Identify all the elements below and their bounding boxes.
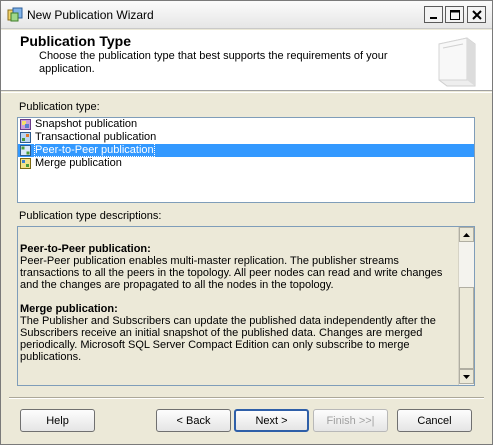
- publication-descriptions-panel[interactable]: Peer-to-Peer publication: Peer-Peer publ…: [17, 226, 475, 386]
- peer-to-peer-publication-icon: [20, 145, 31, 156]
- scroll-up-button[interactable]: [459, 227, 474, 242]
- finish-button[interactable]: Finish >>|: [313, 409, 388, 432]
- publication-type-label: Publication type:: [19, 101, 100, 113]
- list-item-label: Peer-to-Peer publication: [34, 143, 155, 157]
- peer-to-peer-heading: Peer-to-Peer publication:: [20, 243, 151, 255]
- cancel-button[interactable]: Cancel: [397, 409, 472, 432]
- next-button[interactable]: Next >: [234, 409, 309, 432]
- help-button[interactable]: Help: [20, 409, 95, 432]
- list-item-label: Snapshot publication: [35, 118, 138, 130]
- footer-divider: [9, 397, 484, 399]
- merge-heading: Merge publication:: [20, 303, 118, 315]
- maximize-icon: [449, 9, 460, 20]
- maximize-button[interactable]: [445, 6, 464, 23]
- list-item-merge-publication[interactable]: Merge publication: [18, 157, 474, 170]
- page-description: Choose the publication type that best su…: [39, 50, 388, 75]
- list-item-label: Merge publication: [35, 157, 122, 169]
- merge-description: The Publisher and Subscribers can update…: [20, 315, 436, 363]
- list-item-transactional-publication[interactable]: Transactional publication: [18, 131, 474, 144]
- snapshot-publication-icon: [20, 119, 31, 130]
- window-title: New Publication Wizard: [27, 8, 154, 22]
- peer-to-peer-description: Peer-Peer publication enables multi-mast…: [20, 255, 443, 291]
- wizard-window: New Publication Wizard Publication Type …: [0, 0, 493, 445]
- transactional-publication-icon: [20, 132, 31, 143]
- page-title: Publication Type: [20, 33, 131, 49]
- close-button[interactable]: [467, 6, 486, 23]
- header-divider: [1, 92, 492, 93]
- title-bar[interactable]: New Publication Wizard: [1, 1, 492, 29]
- minimize-button[interactable]: [424, 6, 443, 23]
- publication-type-descriptions-label: Publication type descriptions:: [19, 210, 162, 222]
- merge-publication-icon: [20, 158, 31, 169]
- scroll-thumb[interactable]: [459, 287, 474, 369]
- descriptions-content: Peer-to-Peer publication: Peer-Peer publ…: [20, 241, 460, 375]
- minimize-icon: [429, 16, 437, 19]
- list-item-peer-to-peer-publication[interactable]: Peer-to-Peer publication: [18, 143, 474, 157]
- scroll-down-arrow-icon: [463, 374, 470, 379]
- publication-type-list[interactable]: Snapshot publication Transactional publi…: [17, 117, 475, 203]
- descriptions-scrollbar[interactable]: [458, 227, 474, 385]
- back-button[interactable]: < Back: [156, 409, 231, 432]
- scroll-up-arrow-icon: [463, 232, 470, 237]
- list-item-label: Transactional publication: [35, 131, 157, 143]
- scroll-down-button[interactable]: [459, 369, 474, 384]
- list-item-snapshot-publication[interactable]: Snapshot publication: [18, 118, 474, 131]
- publication-book-icon: [438, 37, 476, 87]
- wizard-header: Publication Type Choose the publication …: [1, 30, 492, 91]
- close-icon: [471, 9, 482, 20]
- wizard-app-icon: [7, 7, 23, 22]
